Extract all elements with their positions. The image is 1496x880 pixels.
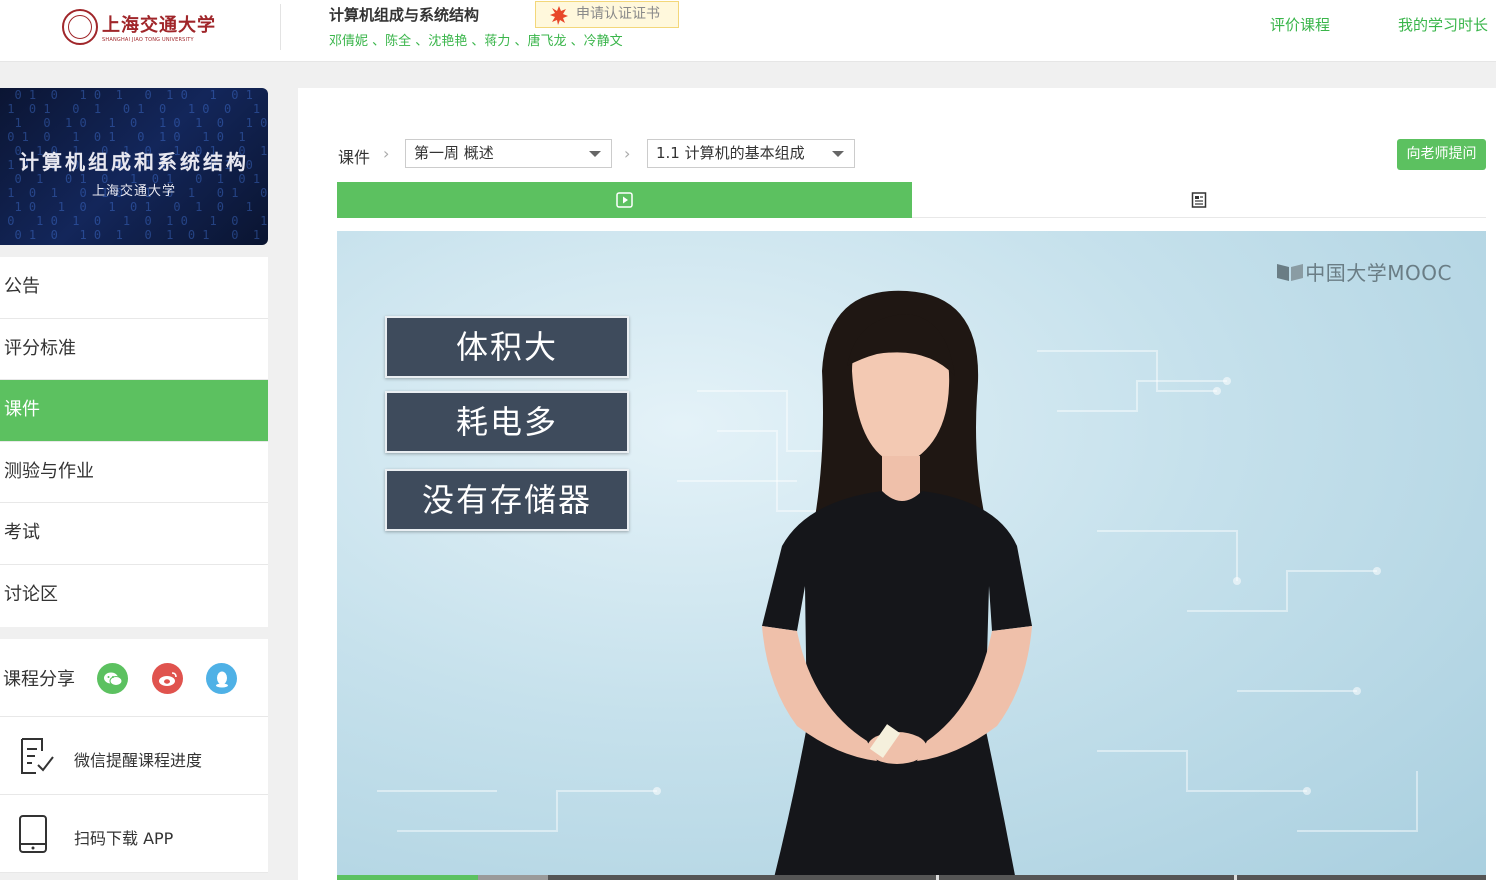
checklist-icon xyxy=(21,738,54,774)
mooc-book-icon xyxy=(1277,263,1304,281)
teacher-list[interactable]: 邓倩妮 、陈全 、沈艳艳 、蒋力 、唐飞龙 、冷静文 xyxy=(329,30,623,49)
logo-chinese-name: 上海交通大学 xyxy=(102,15,216,36)
ask-teacher-button[interactable]: 向老师提问 xyxy=(1397,139,1486,170)
certificate-label: 申请认证证书 xyxy=(576,6,660,22)
apply-certificate-button[interactable]: 申请认证证书 xyxy=(535,1,679,28)
progress-fill xyxy=(337,875,479,880)
week-select[interactable]: 第一周 概述 xyxy=(405,139,612,168)
lesson-select-value: 1.1 计算机的基本组成 xyxy=(656,144,805,162)
dropdown-arrow-icon xyxy=(832,151,844,157)
wechat-icon[interactable] xyxy=(97,663,128,694)
dropdown-arrow-icon xyxy=(589,151,601,157)
course-title: 计算机组成与系统结构 xyxy=(329,6,480,24)
nav-item-announcements[interactable]: 公告 xyxy=(0,257,268,319)
phone-icon xyxy=(19,815,47,853)
nav-item-exam[interactable]: 考试 xyxy=(0,503,268,565)
header-divider xyxy=(280,4,281,50)
nav-item-courseware[interactable]: 课件 xyxy=(0,380,268,442)
week-select-value: 第一周 概述 xyxy=(414,144,494,162)
nav-item-grading[interactable]: 评分标准 xyxy=(0,319,268,381)
share-label: 课程分享 xyxy=(3,669,75,690)
lesson-select[interactable]: 1.1 计算机的基本组成 xyxy=(647,139,855,168)
download-app-item[interactable]: 扫码下载 APP xyxy=(0,795,268,873)
logo-english-name: SHANGHAI JIAO TONG UNIVERSITY xyxy=(102,37,194,43)
tab-video[interactable] xyxy=(337,182,912,218)
chapter-marker xyxy=(1234,875,1237,880)
course-nav-menu: 公告 评分标准 课件 测验与作业 考试 讨论区 xyxy=(0,257,268,627)
video-player[interactable]: 中国大学MOOC 体积大 耗电多 没有存储器 xyxy=(337,231,1486,880)
keyword-box: 体积大 xyxy=(385,316,629,378)
download-app-label: 扫码下载 APP xyxy=(74,829,174,848)
nav-item-discussion[interactable]: 讨论区 xyxy=(0,565,268,627)
university-logo[interactable]: 上海交通大学 SHANGHAI JIAO TONG UNIVERSITY xyxy=(62,9,216,45)
study-time-link[interactable]: 我的学习时长 xyxy=(1398,14,1488,35)
course-share-panel: 课程分享 xyxy=(0,639,268,717)
nav-item-quizzes[interactable]: 测验与作业 xyxy=(0,442,268,504)
tab-document[interactable] xyxy=(912,182,1486,218)
top-header: 上海交通大学 SHANGHAI JIAO TONG UNIVERSITY 计算机… xyxy=(0,0,1496,62)
course-banner: 0 1 0 1 0 1 0 1 0 1 0 1 0 1 0 1 0 1 0 1 … xyxy=(0,88,268,245)
keyword-box: 没有存储器 xyxy=(385,469,629,531)
mooc-watermark: 中国大学MOOC xyxy=(1275,257,1452,286)
breadcrumb-root[interactable]: 课件 xyxy=(338,144,370,168)
chevron-right-icon: › xyxy=(624,144,631,163)
rate-course-link[interactable]: 评价课程 xyxy=(1270,14,1330,35)
keyword-box: 耗电多 xyxy=(385,391,629,453)
video-progress-bar[interactable] xyxy=(337,875,1486,880)
document-icon xyxy=(1191,191,1207,208)
wechat-reminder-label: 微信提醒课程进度 xyxy=(74,751,203,770)
mooc-watermark-text: 中国大学MOOC xyxy=(1305,261,1452,285)
weibo-icon[interactable] xyxy=(152,663,183,694)
banner-subtitle: 上海交通大学 xyxy=(91,184,176,199)
play-icon xyxy=(615,192,633,208)
university-seal-icon xyxy=(62,9,98,45)
banner-title: 计算机组成和系统结构 xyxy=(19,150,249,174)
wechat-reminder-item[interactable]: 微信提醒课程进度 xyxy=(0,717,268,795)
qq-icon[interactable] xyxy=(206,663,237,694)
lecturer-figure xyxy=(762,290,1032,880)
chevron-right-icon: › xyxy=(383,144,390,163)
certificate-badge-icon xyxy=(550,6,568,25)
chapter-marker xyxy=(936,875,939,880)
